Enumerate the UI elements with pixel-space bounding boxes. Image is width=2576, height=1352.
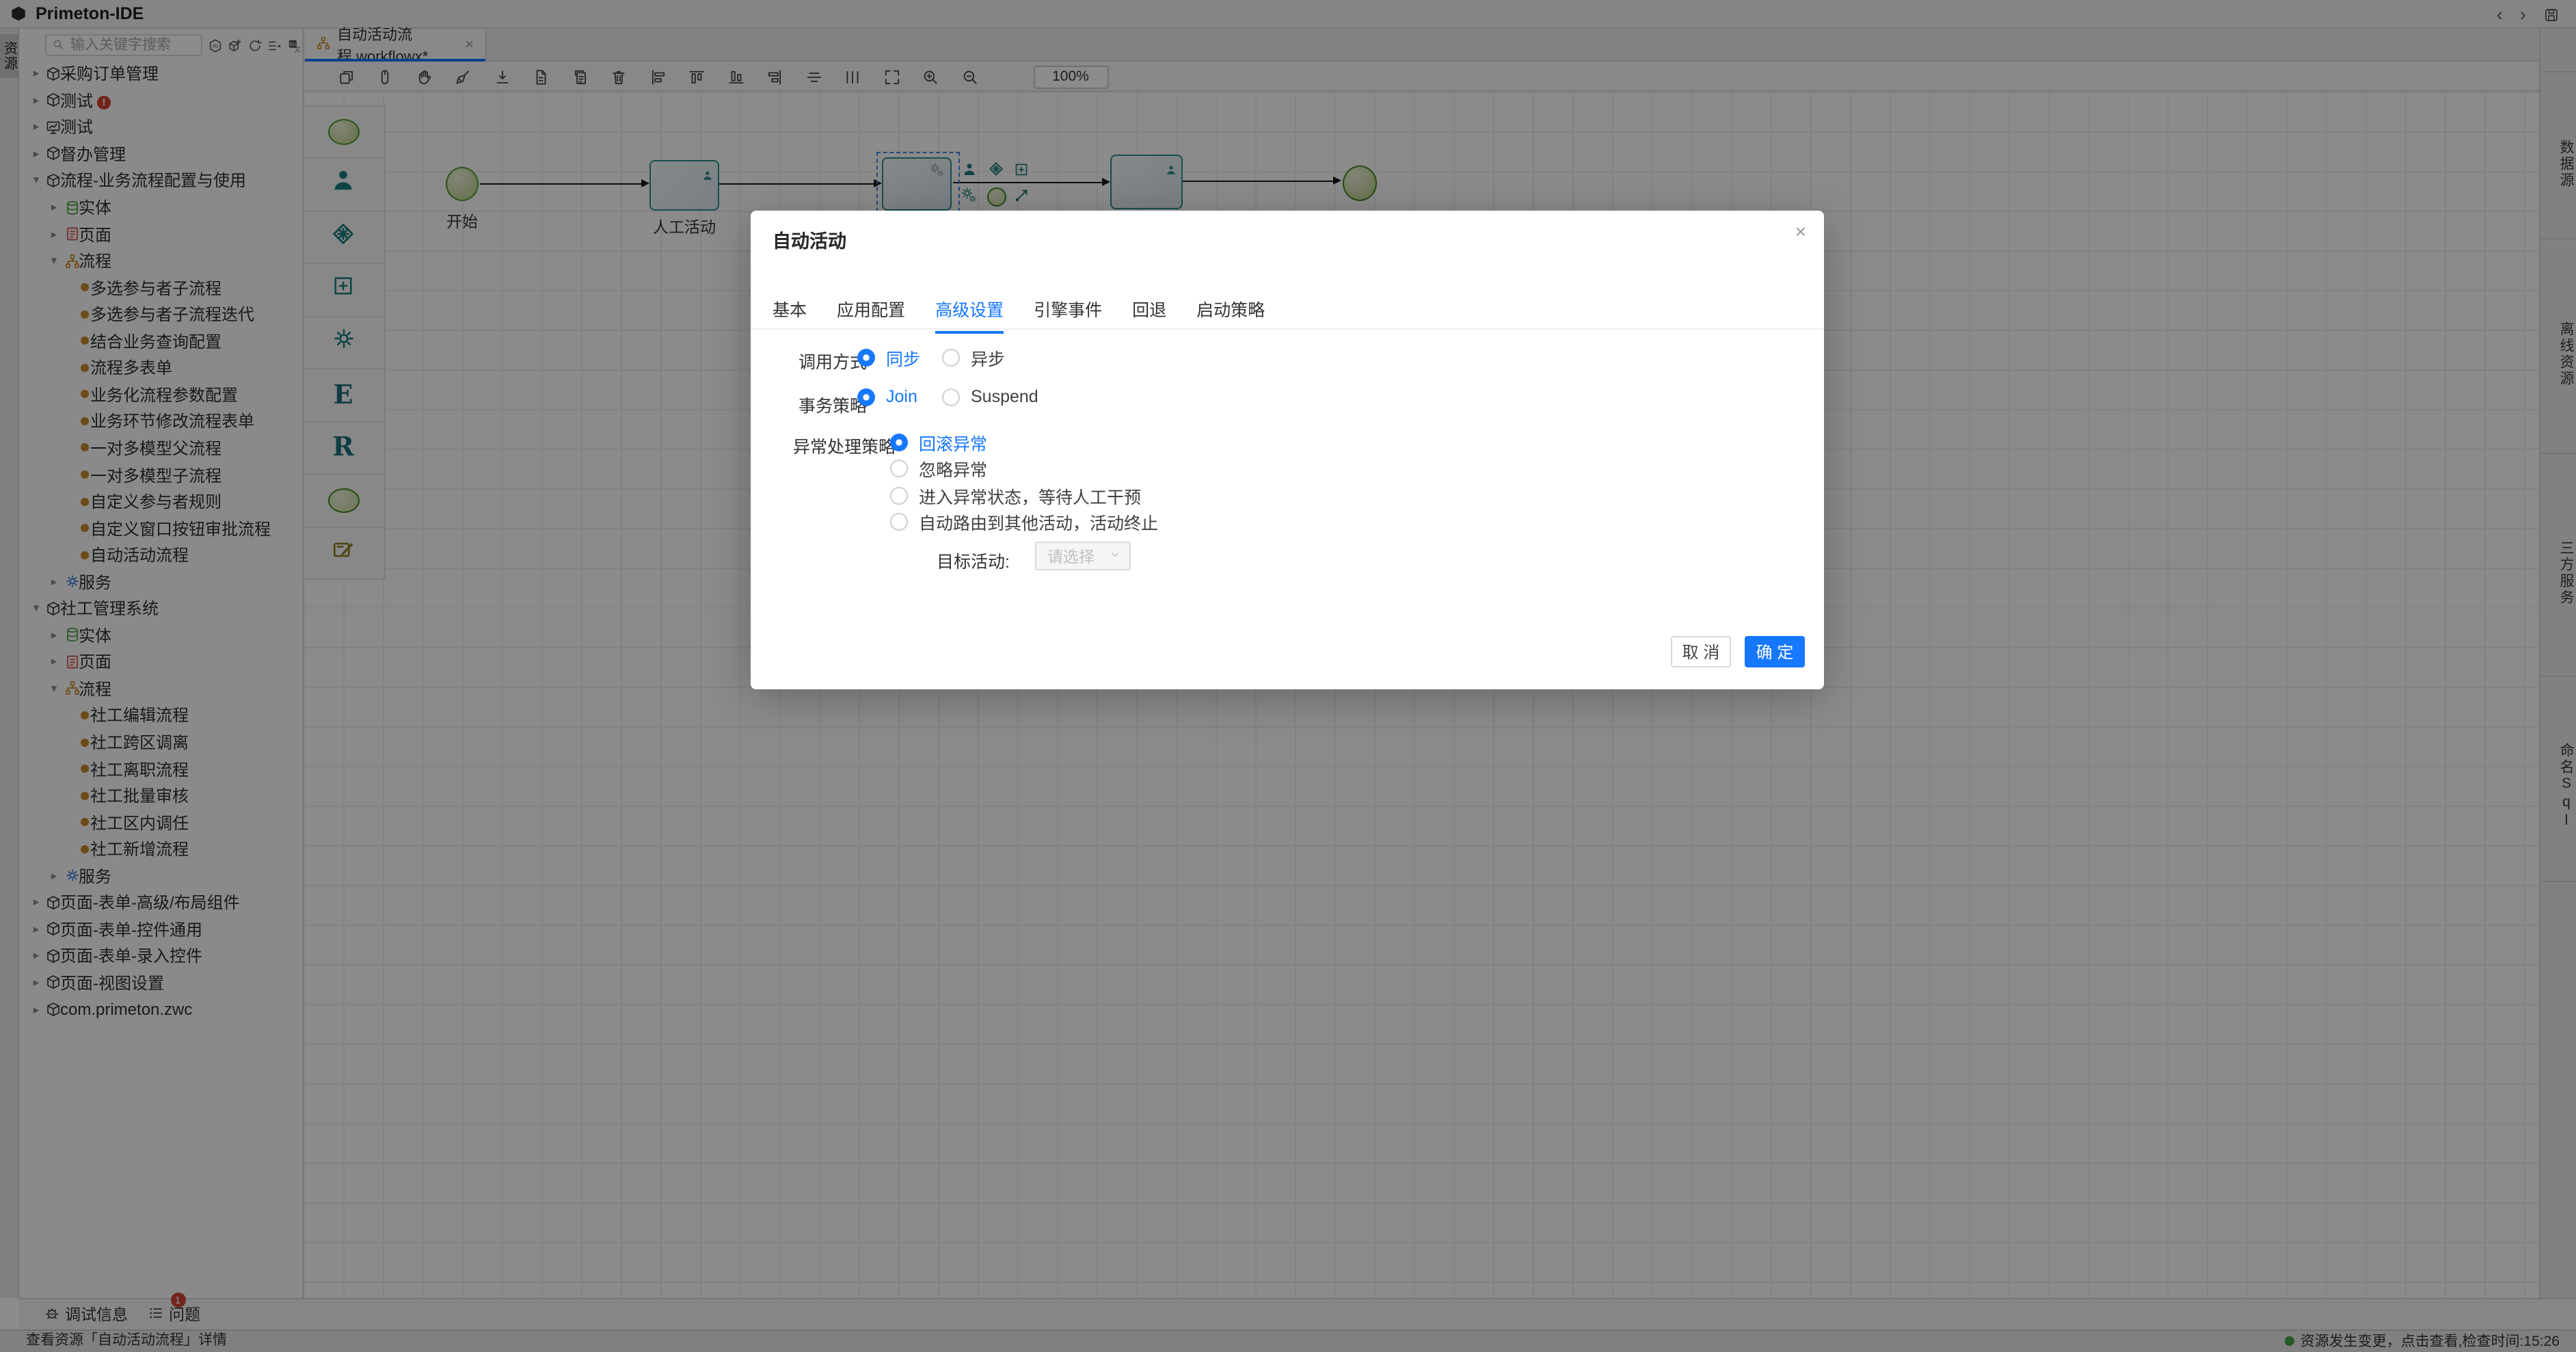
cancel-button[interactable]: 取 消 (1671, 636, 1731, 667)
radio-进入异常状态，等待人工干预[interactable]: 进入异常状态，等待人工干预 (890, 482, 1141, 508)
dialog-close-icon[interactable]: × (1795, 220, 1806, 242)
radio-忽略异常[interactable]: 忽略异常 (890, 455, 987, 481)
radio-selected-icon[interactable] (857, 348, 875, 366)
radio-unselected-icon[interactable] (890, 486, 908, 504)
radio-label: 异步 (971, 344, 1005, 370)
radio-Suspend[interactable]: Suspend (942, 387, 1038, 406)
target-activity-label: 目标活动: (937, 547, 1010, 573)
radio-label: 自动路由到其他活动，活动终止 (919, 509, 1158, 535)
chevron-down-icon (1109, 548, 1121, 564)
ok-button[interactable]: 确 定 (1745, 636, 1805, 667)
exception-policy-label: 异常处理策略 (793, 432, 896, 458)
radio-Join[interactable]: Join (857, 387, 917, 406)
app-window: Primeton-IDE ‹ › 资源 AIEn文 ▸采购订单管理▸测试!▸测试… (0, 0, 2576, 1352)
tabs-divider (751, 328, 1824, 330)
radio-unselected-icon[interactable] (942, 388, 960, 406)
radio-同步[interactable]: 同步 (857, 344, 920, 370)
radio-unselected-icon[interactable] (890, 460, 908, 477)
radio-label: 忽略异常 (919, 455, 987, 481)
target-activity-select[interactable]: 请选择 (1035, 542, 1131, 570)
radio-selected-icon[interactable] (857, 388, 875, 406)
radio-selected-icon[interactable] (890, 433, 908, 451)
radio-unselected-icon[interactable] (942, 348, 960, 366)
dialog-title: 自动活动 (773, 226, 846, 253)
radio-unselected-icon[interactable] (890, 513, 908, 531)
select-placeholder: 请选择 (1047, 545, 1095, 567)
radio-回滚异常[interactable]: 回滚异常 (890, 429, 987, 455)
radio-label: Join (886, 387, 917, 406)
radio-label: 同步 (886, 344, 920, 370)
radio-自动路由到其他活动，活动终止[interactable]: 自动路由到其他活动，活动终止 (890, 509, 1158, 535)
auto-activity-dialog: 自动活动 × 基本应用配置高级设置引擎事件回退启动策略 调用方式 同步异步 事务… (751, 211, 1824, 689)
radio-label: 回滚异常 (919, 429, 987, 455)
radio-label: 进入异常状态，等待人工干预 (919, 482, 1141, 508)
radio-异步[interactable]: 异步 (942, 344, 1005, 370)
radio-label: Suspend (971, 387, 1038, 406)
